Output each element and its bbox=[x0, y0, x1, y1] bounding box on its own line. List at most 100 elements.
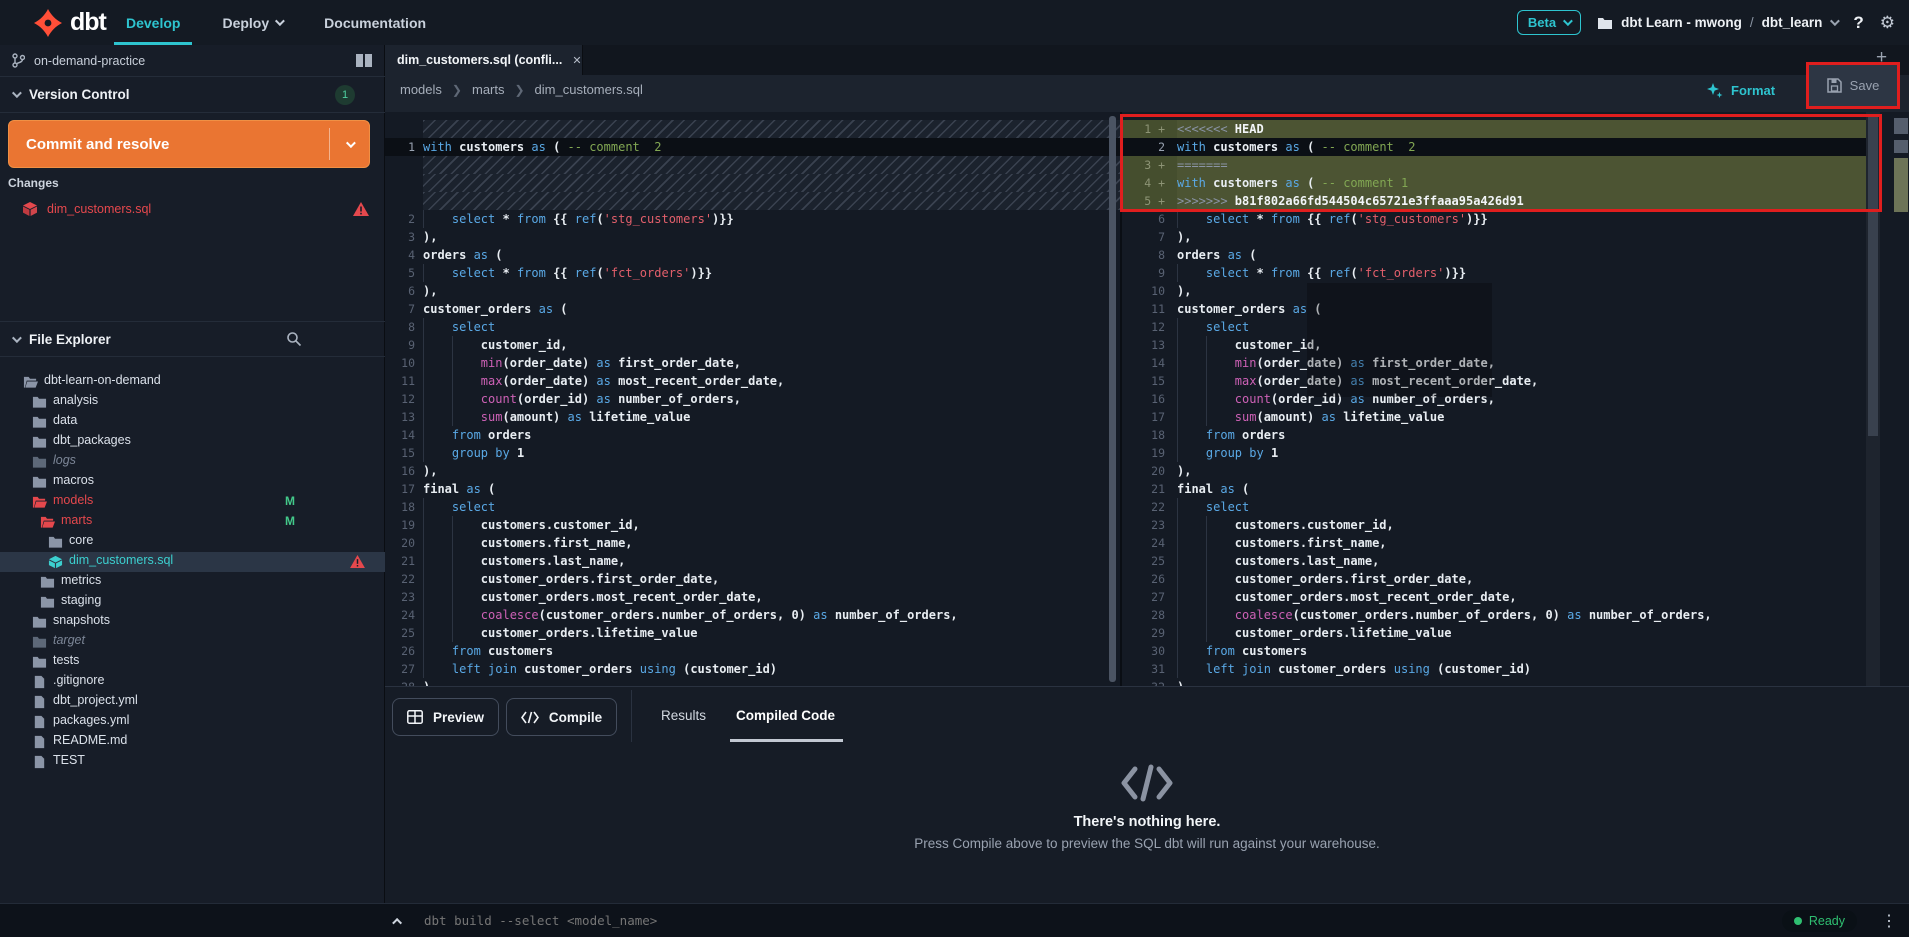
tree-item--gitignore[interactable]: .gitignore bbox=[0, 672, 385, 692]
code-line[interactable]: 8orders as ( bbox=[1122, 246, 1866, 264]
code-line[interactable]: 32) bbox=[1122, 678, 1866, 686]
code-line[interactable]: 27 left join customer_orders using (cust… bbox=[385, 660, 1120, 678]
tree-item-target[interactable]: target bbox=[0, 632, 385, 652]
tree-item-core[interactable]: core bbox=[0, 532, 385, 552]
code-line[interactable]: 14 min(order_date) as first_order_date, bbox=[1122, 354, 1866, 372]
code-line[interactable]: 21final as ( bbox=[1122, 480, 1866, 498]
code-line[interactable]: 24 coalesce(customer_orders.number_of_or… bbox=[385, 606, 1120, 624]
tab-compiled-code[interactable]: Compiled Code bbox=[736, 708, 835, 723]
code-line[interactable]: 26 from customers bbox=[385, 642, 1120, 660]
code-line[interactable]: 22 customer_orders.first_order_date, bbox=[385, 570, 1120, 588]
tree-item-metrics[interactable]: metrics bbox=[0, 572, 385, 592]
tree-item-logs[interactable]: logs bbox=[0, 452, 385, 472]
tree-item-test[interactable]: TEST bbox=[0, 752, 385, 772]
breadcrumb-item[interactable]: marts bbox=[472, 82, 505, 97]
code-line[interactable]: 4orders as ( bbox=[385, 246, 1120, 264]
overview-ruler[interactable] bbox=[1882, 112, 1909, 686]
code-line[interactable]: 24 customers.first_name, bbox=[1122, 534, 1866, 552]
code-line[interactable]: 26 customer_orders.first_order_date, bbox=[1122, 570, 1866, 588]
code-line[interactable]: 2 select * from {{ ref('stg_customers')}… bbox=[385, 210, 1120, 228]
code-line[interactable]: 9 select * from {{ ref('fct_orders')}} bbox=[1122, 264, 1866, 282]
code-line[interactable]: 29 customer_orders.lifetime_value bbox=[1122, 624, 1866, 642]
code-line[interactable]: 13 customer_id, bbox=[1122, 336, 1866, 354]
version-control-header[interactable]: Version Control 1 bbox=[0, 77, 385, 113]
code-line[interactable]: 21 customers.last_name, bbox=[385, 552, 1120, 570]
diff-placeholder-row[interactable] bbox=[423, 192, 1120, 210]
brand-title[interactable]: dbt bbox=[70, 8, 106, 37]
tab-dim-customers[interactable]: dim_customers.sql (confli... ✕ bbox=[385, 45, 583, 75]
code-line[interactable]: 14 from orders bbox=[385, 426, 1120, 444]
code-line[interactable]: 10 min(order_date) as first_order_date, bbox=[385, 354, 1120, 372]
code-line[interactable]: 19 group by 1 bbox=[1122, 444, 1866, 462]
tab-results[interactable]: Results bbox=[661, 708, 706, 723]
compile-button[interactable]: Compile bbox=[506, 698, 617, 736]
code-line[interactable]: 7), bbox=[1122, 228, 1866, 246]
format-button[interactable]: Format bbox=[1706, 82, 1775, 99]
tree-item-tests[interactable]: tests bbox=[0, 652, 385, 672]
code-line[interactable]: 15 group by 1 bbox=[385, 444, 1120, 462]
commit-options-chevron[interactable] bbox=[330, 141, 369, 148]
settings-gear-icon[interactable]: ⚙ bbox=[1880, 13, 1895, 33]
tree-item-staging[interactable]: staging bbox=[0, 592, 385, 612]
code-line[interactable]: 30 from customers bbox=[1122, 642, 1866, 660]
tree-item-dim-customers-sql[interactable]: dim_customers.sql bbox=[0, 552, 385, 572]
code-line[interactable]: 1with customers as ( -- comment 2 bbox=[385, 138, 1120, 156]
breadcrumb-item[interactable]: dim_customers.sql bbox=[535, 82, 643, 97]
code-line[interactable]: 5 select * from {{ ref('fct_orders')}} bbox=[385, 264, 1120, 282]
code-line[interactable]: 15 max(order_date) as most_recent_order_… bbox=[1122, 372, 1866, 390]
code-line[interactable]: 7customer_orders as ( bbox=[385, 300, 1120, 318]
diff-pane-original[interactable]: 1with customers as ( -- comment 2 2 selec… bbox=[385, 112, 1120, 686]
code-line[interactable]: 18 from orders bbox=[1122, 426, 1866, 444]
code-line[interactable]: 23 customer_orders.most_recent_order_dat… bbox=[385, 588, 1120, 606]
code-line[interactable]: 10), bbox=[1122, 282, 1866, 300]
code-line[interactable]: 12 count(order_id) as number_of_orders, bbox=[385, 390, 1120, 408]
code-line[interactable]: 22 select bbox=[1122, 498, 1866, 516]
code-line[interactable]: 20), bbox=[1122, 462, 1866, 480]
code-line[interactable]: 13 sum(amount) as lifetime_value bbox=[385, 408, 1120, 426]
code-line[interactable]: 6), bbox=[385, 282, 1120, 300]
nav-item-develop[interactable]: Develop bbox=[126, 0, 180, 45]
tree-item-macros[interactable]: macros bbox=[0, 472, 385, 492]
code-line[interactable]: 25 customer_orders.lifetime_value bbox=[385, 624, 1120, 642]
code-line[interactable]: 11 max(order_date) as most_recent_order_… bbox=[385, 372, 1120, 390]
account-project-switcher[interactable]: dbt Learn - mwong / dbt_learn bbox=[1597, 15, 1837, 30]
code-line[interactable]: 9 customer_id, bbox=[385, 336, 1120, 354]
diff-placeholder-row[interactable] bbox=[423, 174, 1120, 192]
code-line[interactable]: 12 select bbox=[1122, 318, 1866, 336]
code-line[interactable]: 6 select * from {{ ref('stg_customers')}… bbox=[1122, 210, 1866, 228]
nav-item-documentation[interactable]: Documentation bbox=[324, 0, 426, 45]
search-icon[interactable] bbox=[286, 331, 302, 347]
tree-item-dbt-learn-on-demand[interactable]: dbt-learn-on-demand bbox=[0, 372, 385, 392]
commit-and-resolve-button[interactable]: Commit and resolve bbox=[8, 120, 370, 168]
file-explorer-header[interactable]: File Explorer bbox=[0, 321, 385, 357]
code-line[interactable]: 16 count(order_id) as number_of_orders, bbox=[1122, 390, 1866, 408]
code-line[interactable]: 8 select bbox=[385, 318, 1120, 336]
expand-chevron-up-icon[interactable] bbox=[395, 912, 402, 930]
git-branch-row[interactable]: on-demand-practice bbox=[0, 45, 385, 77]
tree-item-dbt-project-yml[interactable]: dbt_project.yml bbox=[0, 692, 385, 712]
tree-item-models[interactable]: modelsM bbox=[0, 492, 385, 512]
code-line[interactable]: 20 customers.first_name, bbox=[385, 534, 1120, 552]
tree-item-marts[interactable]: martsM bbox=[0, 512, 385, 532]
code-line[interactable]: 11customer_orders as ( bbox=[1122, 300, 1866, 318]
help-icon[interactable]: ? bbox=[1853, 13, 1863, 33]
diff-placeholder-row[interactable] bbox=[423, 120, 1120, 138]
code-line[interactable]: 23 customers.customer_id, bbox=[1122, 516, 1866, 534]
code-line[interactable]: 17final as ( bbox=[385, 480, 1120, 498]
code-line[interactable]: 16), bbox=[385, 462, 1120, 480]
tree-item-data[interactable]: data bbox=[0, 412, 385, 432]
code-line[interactable]: 17 sum(amount) as lifetime_value bbox=[1122, 408, 1866, 426]
more-options-kebab-icon[interactable]: ⋮ bbox=[1881, 911, 1897, 931]
code-line[interactable]: 31 left join customer_orders using (cust… bbox=[1122, 660, 1866, 678]
preview-button[interactable]: Preview bbox=[392, 698, 499, 736]
tree-item-readme-md[interactable]: README.md bbox=[0, 732, 385, 752]
docs-book-icon[interactable] bbox=[355, 53, 373, 68]
tree-item-packages-yml[interactable]: packages.yml bbox=[0, 712, 385, 732]
code-line[interactable]: 18 select bbox=[385, 498, 1120, 516]
tree-item-dbt-packages[interactable]: dbt_packages bbox=[0, 432, 385, 452]
nav-item-deploy[interactable]: Deploy bbox=[222, 0, 282, 45]
code-line[interactable]: 25 customers.last_name, bbox=[1122, 552, 1866, 570]
code-line[interactable]: 3), bbox=[385, 228, 1120, 246]
beta-dropdown[interactable]: Beta bbox=[1517, 10, 1581, 35]
tree-item-analysis[interactable]: analysis bbox=[0, 392, 385, 412]
